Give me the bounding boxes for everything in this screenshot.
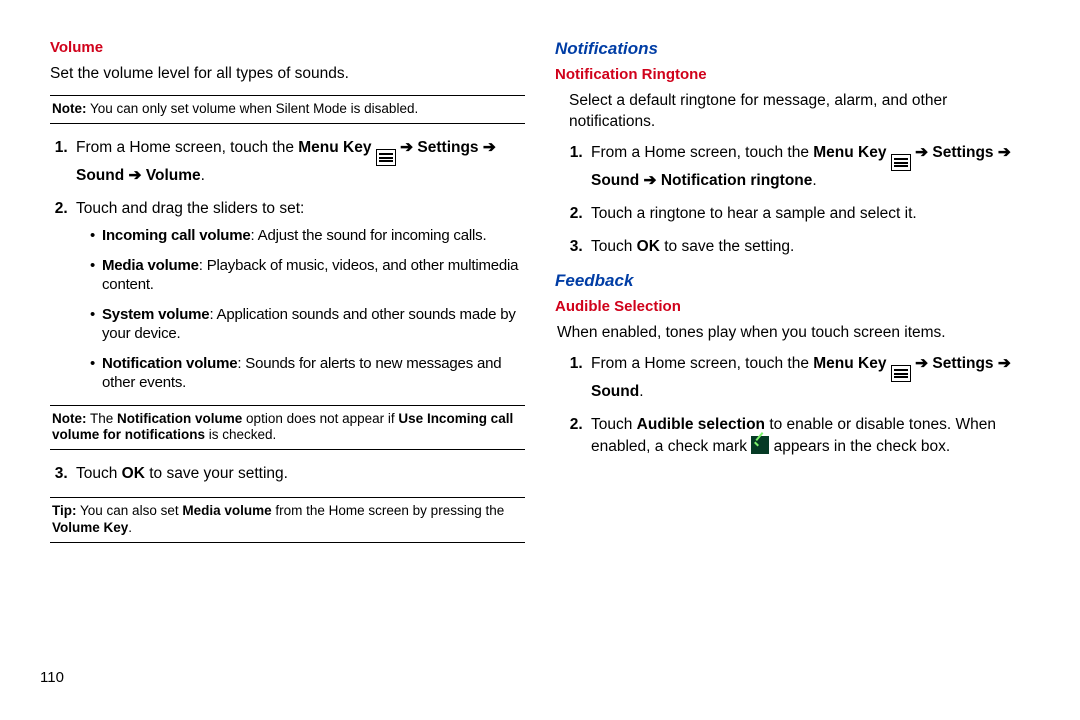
note-text: is checked. <box>205 427 276 442</box>
arrow-icon: ➔ <box>911 144 933 161</box>
tip-text: from the Home screen by pressing the <box>272 503 505 518</box>
heading-volume: Volume <box>50 38 525 58</box>
note-bold: Notification volume <box>117 411 242 426</box>
step-text: From a Home screen, touch the <box>591 144 813 161</box>
tip-lead: Tip: <box>52 503 77 518</box>
nr-step-2: Touch a ringtone to hear a sample and se… <box>587 204 1040 225</box>
menu-key-icon <box>376 149 396 166</box>
ok-label: OK <box>122 465 145 482</box>
step-text: appears in the check box. <box>769 438 950 455</box>
step-text: to save your setting. <box>145 465 288 482</box>
left-column: Volume Set the volume level for all type… <box>40 38 525 557</box>
note-silent-mode: Note: You can only set volume when Silen… <box>50 95 525 124</box>
step-text: Touch <box>591 416 637 433</box>
note-text: option does not appear if <box>242 411 398 426</box>
menu-key-label: Menu Key <box>813 144 886 161</box>
as-step-1: From a Home screen, touch the Menu Key ➔… <box>587 354 1040 403</box>
as-step-2: Touch Audible selection to enable or dis… <box>587 415 1040 458</box>
step-text: From a Home screen, touch the <box>76 139 298 156</box>
menu-key-label: Menu Key <box>298 139 371 156</box>
as-steps: From a Home screen, touch the Menu Key ➔… <box>565 354 1040 458</box>
arrow-icon: ➔ <box>994 355 1011 372</box>
bullet-lead: Media volume <box>102 257 199 274</box>
arrow-icon: ➔ <box>124 167 146 184</box>
step-text: Touch a ringtone to hear a sample and se… <box>591 205 917 222</box>
bullet-body: : Adjust the sound for incoming calls. <box>251 227 487 244</box>
volume-label: Volume <box>146 167 201 184</box>
arrow-icon: ➔ <box>479 139 496 156</box>
note-lead: Note: <box>52 411 87 426</box>
tip-bold: Volume Key <box>52 520 128 535</box>
menu-key-icon <box>891 154 911 171</box>
note-lead: Note: <box>52 101 87 116</box>
period: . <box>639 383 643 400</box>
nr-step-1: From a Home screen, touch the Menu Key ➔… <box>587 143 1040 192</box>
heading-audible-selection: Audible Selection <box>555 297 1040 317</box>
menu-key-icon <box>891 365 911 382</box>
step-text: to save the setting. <box>660 238 794 255</box>
step-text: From a Home screen, touch the <box>591 355 813 372</box>
tip-text: . <box>128 520 132 535</box>
page-number: 110 <box>40 668 64 688</box>
sound-label: Sound <box>76 167 124 184</box>
bullet-notification: Notification volume: Sounds for alerts t… <box>90 354 525 393</box>
ok-label: OK <box>637 238 660 255</box>
volume-step-2: Touch and drag the sliders to set: Incom… <box>72 199 525 392</box>
nr-step-3: Touch OK to save the setting. <box>587 237 1040 258</box>
volume-step-1: From a Home screen, touch the Menu Key ➔… <box>72 138 525 187</box>
tip-text: You can also set <box>77 503 183 518</box>
volume-steps: From a Home screen, touch the Menu Key ➔… <box>50 138 525 393</box>
bullet-lead: Notification volume <box>102 355 237 372</box>
settings-label: Settings <box>417 139 478 156</box>
period: . <box>812 172 816 189</box>
sound-label: Sound <box>591 172 639 189</box>
menu-key-label: Menu Key <box>813 355 886 372</box>
bullet-lead: Incoming call volume <box>102 227 251 244</box>
arrow-icon: ➔ <box>396 139 418 156</box>
bullet-lead: System volume <box>102 306 209 323</box>
note-text: The <box>87 411 118 426</box>
note-notification-volume: Note: The Notification volume option doe… <box>50 405 525 451</box>
nr-intro: Select a default ringtone for message, a… <box>569 91 1030 133</box>
volume-step-3: Touch OK to save your setting. <box>72 464 525 485</box>
right-column: Notifications Notification Ringtone Sele… <box>555 38 1040 557</box>
arrow-icon: ➔ <box>911 355 933 372</box>
nr-steps: From a Home screen, touch the Menu Key ➔… <box>565 143 1040 258</box>
step-text: Touch and drag the sliders to set: <box>76 200 304 217</box>
heading-notifications: Notifications <box>555 38 1040 61</box>
slider-bullets: Incoming call volume: Adjust the sound f… <box>76 226 525 393</box>
sound-label: Sound <box>591 383 639 400</box>
audible-selection-label: Audible selection <box>637 416 765 433</box>
heading-notification-ringtone: Notification Ringtone <box>555 65 1040 85</box>
bullet-incoming: Incoming call volume: Adjust the sound f… <box>90 226 525 246</box>
note-body: You can only set volume when Silent Mode… <box>87 101 419 116</box>
settings-label: Settings <box>932 355 993 372</box>
settings-label: Settings <box>932 144 993 161</box>
tip-bold: Media volume <box>182 503 271 518</box>
bullet-system: System volume: Application sounds and ot… <box>90 305 525 344</box>
step-text: Touch <box>591 238 637 255</box>
page-container: Volume Set the volume level for all type… <box>0 0 1080 577</box>
as-intro: When enabled, tones play when you touch … <box>557 323 1030 344</box>
period: . <box>201 167 205 184</box>
volume-steps-cont: Touch OK to save your setting. <box>50 464 525 485</box>
arrow-icon: ➔ <box>639 172 661 189</box>
arrow-icon: ➔ <box>994 144 1011 161</box>
volume-intro: Set the volume level for all types of so… <box>50 64 515 85</box>
tip-box: Tip: You can also set Media volume from … <box>50 497 525 543</box>
heading-feedback: Feedback <box>555 270 1040 293</box>
target-label: Notification ringtone <box>661 172 813 189</box>
bullet-media: Media volume: Playback of music, videos,… <box>90 256 525 295</box>
step-text: Touch <box>76 465 122 482</box>
checkmark-icon <box>751 436 769 454</box>
